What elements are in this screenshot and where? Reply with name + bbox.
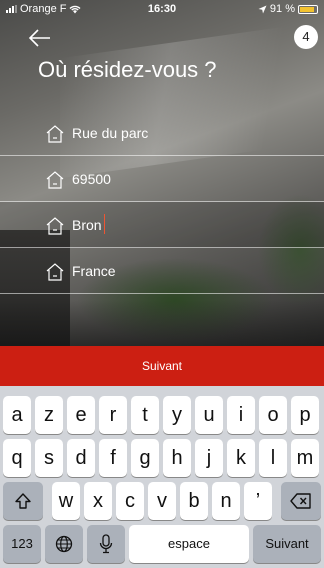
key-s[interactable]: s: [35, 439, 63, 477]
numbers-key[interactable]: 123: [3, 525, 41, 563]
key-l[interactable]: l: [259, 439, 287, 477]
key-i[interactable]: i: [227, 396, 255, 434]
street-field-row: [0, 110, 324, 156]
status-right: 91 %: [258, 3, 318, 15]
text-cursor: [104, 214, 105, 234]
key-v[interactable]: v: [148, 482, 176, 520]
key-a[interactable]: a: [3, 396, 31, 434]
key-y[interactable]: y: [163, 396, 191, 434]
status-bar: Orange F 16:30 91 %: [0, 0, 324, 20]
microphone-icon: [99, 534, 113, 554]
house-icon: [46, 217, 64, 235]
country-field-row: [0, 248, 324, 294]
step-badge: 4: [294, 25, 318, 49]
city-input[interactable]: [72, 212, 292, 238]
key-x[interactable]: x: [84, 482, 112, 520]
battery-fill: [300, 6, 315, 12]
return-key[interactable]: Suivant: [253, 525, 321, 563]
key-m[interactable]: m: [291, 439, 319, 477]
key-k[interactable]: k: [227, 439, 255, 477]
arrow-left-icon: [28, 29, 50, 47]
location-arrow-icon: [258, 5, 267, 13]
key-d[interactable]: d: [67, 439, 95, 477]
key-e[interactable]: e: [67, 396, 95, 434]
key-w[interactable]: w: [52, 482, 80, 520]
page-title: Où résidez-vous ?: [38, 57, 217, 82]
globe-icon: [55, 535, 73, 553]
key-f[interactable]: f: [99, 439, 127, 477]
key-q[interactable]: q: [3, 439, 31, 477]
key-o[interactable]: o: [259, 396, 287, 434]
next-button[interactable]: Suivant: [0, 346, 324, 386]
key-r[interactable]: r: [99, 396, 127, 434]
house-icon: [46, 171, 64, 189]
postcode-input[interactable]: [72, 166, 292, 192]
key-z[interactable]: z: [35, 396, 63, 434]
house-icon: [46, 125, 64, 143]
house-icon: [46, 263, 64, 281]
shift-icon: [15, 493, 31, 509]
back-button[interactable]: [28, 28, 52, 48]
keyboard: a z e r t y u i o p q s d f g h j k l m …: [0, 386, 324, 568]
globe-key[interactable]: [45, 525, 83, 563]
battery-icon: [298, 4, 318, 14]
key-c[interactable]: c: [116, 482, 144, 520]
background-floor: [0, 300, 324, 346]
key-b[interactable]: b: [180, 482, 208, 520]
backspace-icon: [290, 493, 311, 509]
country-input[interactable]: [72, 258, 292, 284]
key-p[interactable]: p: [291, 396, 319, 434]
key-j[interactable]: j: [195, 439, 223, 477]
city-field-row: [0, 202, 324, 248]
key-n[interactable]: n: [212, 482, 240, 520]
shift-key[interactable]: [3, 482, 43, 520]
key-apostrophe[interactable]: ’: [244, 482, 272, 520]
postcode-field-row: [0, 156, 324, 202]
battery-percent: 91 %: [269, 3, 295, 15]
microphone-key[interactable]: [87, 525, 125, 563]
key-u[interactable]: u: [195, 396, 223, 434]
key-t[interactable]: t: [131, 396, 159, 434]
space-key[interactable]: espace: [129, 525, 249, 563]
key-g[interactable]: g: [131, 439, 159, 477]
delete-key[interactable]: [281, 482, 321, 520]
street-input[interactable]: [72, 120, 292, 146]
key-h[interactable]: h: [163, 439, 191, 477]
